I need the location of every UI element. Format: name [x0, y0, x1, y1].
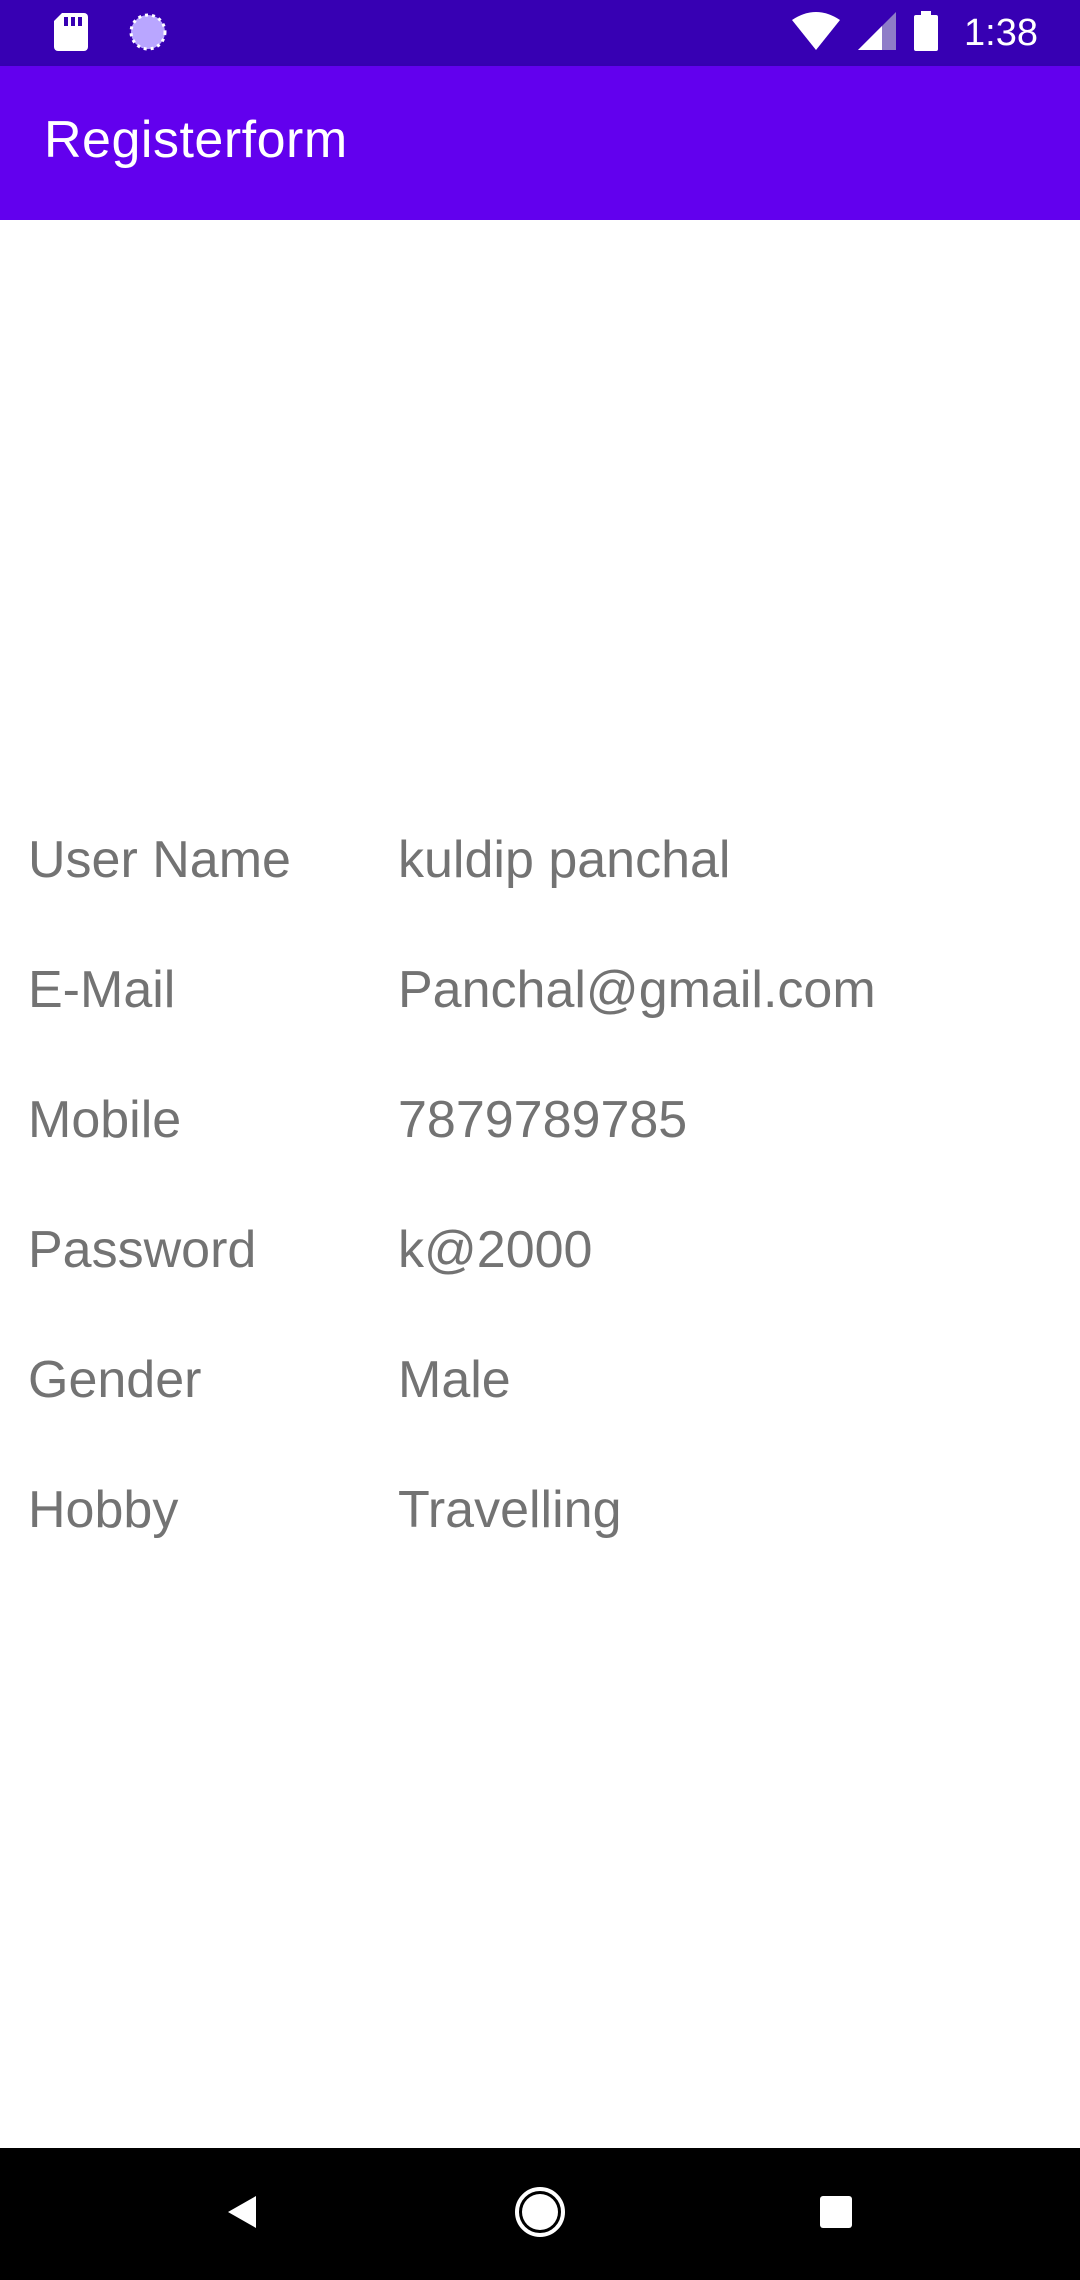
detail-row-email: E-Mail Panchal@gmail.com [0, 950, 1080, 1040]
gender-label: Gender [28, 1351, 202, 1409]
status-bar: 1:38 [0, 0, 1080, 66]
cellular-signal-icon [858, 11, 897, 55]
recents-button[interactable] [804, 2182, 868, 2246]
mobile-value: 7879789785 [398, 1091, 688, 1149]
email-label: E-Mail [28, 961, 176, 1019]
password-label: Password [28, 1221, 257, 1279]
email-value: Panchal@gmail.com [398, 961, 876, 1019]
home-icon [513, 2185, 567, 2244]
home-button[interactable] [508, 2182, 572, 2246]
hobby-label: Hobby [28, 1481, 179, 1539]
detail-row-mobile: Mobile 7879789785 [0, 1080, 1080, 1170]
system-navigation-bar [0, 2148, 1080, 2280]
detail-row-hobby: Hobby Travelling [0, 1470, 1080, 1560]
app-bar: Registerform [0, 66, 1080, 220]
sd-card-icon [54, 13, 88, 56]
status-left-icons [54, 12, 168, 57]
detail-row-gender: Gender Male [0, 1340, 1080, 1430]
wifi-icon [792, 11, 841, 55]
hobby-value: Travelling [398, 1481, 622, 1539]
detail-row-password: Password k@2000 [0, 1210, 1080, 1300]
status-right-icons: 1:38 [792, 8, 1038, 58]
status-clock: 1:38 [964, 11, 1038, 54]
username-value: kuldip panchal [398, 831, 731, 889]
mobile-label: Mobile [28, 1091, 182, 1149]
registration-details: User Name kuldip panchal E-Mail Panchal@… [0, 220, 1080, 2148]
detail-row-username: User Name kuldip panchal [0, 820, 1080, 910]
gender-value: Male [398, 1351, 511, 1409]
battery-icon [914, 10, 939, 56]
recents-icon [818, 2194, 854, 2235]
back-button[interactable] [210, 2182, 274, 2246]
app-title: Registerform [44, 111, 348, 169]
back-icon [222, 2192, 262, 2237]
password-value: k@2000 [398, 1221, 593, 1279]
sync-progress-icon [128, 12, 168, 57]
username-label: User Name [28, 831, 291, 889]
